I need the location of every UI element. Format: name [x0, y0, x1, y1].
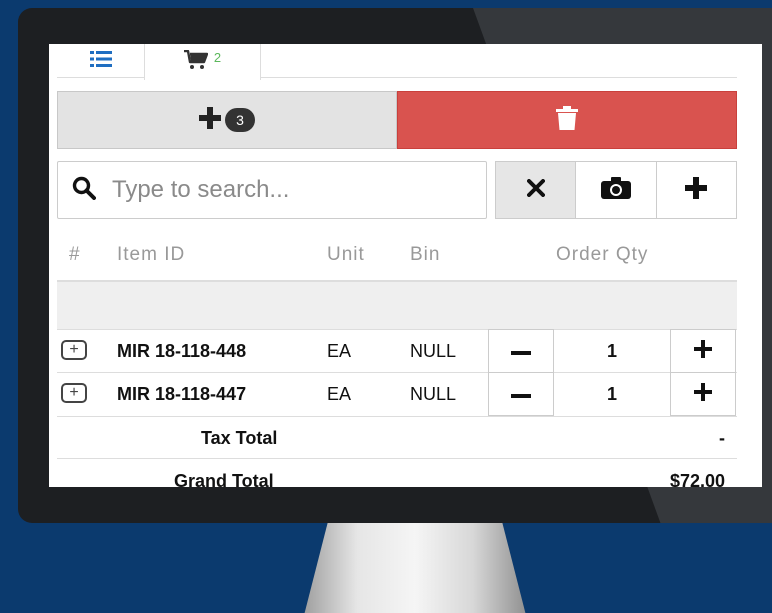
qty-value[interactable]: 1 — [554, 372, 670, 416]
qty-decrease-button[interactable] — [488, 329, 554, 373]
totals-divider — [57, 458, 737, 459]
delete-button[interactable] — [397, 91, 737, 149]
qty-increase-button[interactable] — [670, 372, 736, 416]
add-items-button[interactable]: 3 — [57, 91, 397, 149]
col-header-bin: Bin — [410, 244, 441, 265]
minus-icon — [511, 385, 531, 403]
row-unit: EA — [327, 341, 352, 361]
expand-row-button[interactable]: + — [61, 383, 87, 403]
cart-icon — [183, 49, 209, 75]
row-item-id: MIR 18-118-448 — [117, 341, 247, 361]
add-badge: 3 — [225, 108, 255, 132]
row-bin: NULL — [410, 384, 457, 404]
qty-decrease-button[interactable] — [488, 372, 554, 416]
clear-search-button[interactable] — [496, 162, 576, 218]
col-header-number: # — [69, 244, 81, 265]
qty-value[interactable]: 1 — [554, 329, 670, 373]
plus-icon — [694, 339, 712, 363]
tax-total-value: - — [719, 428, 725, 448]
camera-icon — [600, 176, 631, 204]
close-icon — [526, 178, 545, 202]
search-actions — [495, 161, 737, 219]
qty-increase-button[interactable] — [670, 329, 736, 373]
search-icon — [72, 176, 96, 205]
search-box[interactable] — [57, 161, 487, 219]
expand-row-button[interactable]: + — [61, 340, 87, 360]
plus-icon — [685, 176, 708, 204]
plus-icon — [199, 106, 221, 134]
col-header-unit: Unit — [327, 244, 365, 265]
tab-cart[interactable]: 2 — [144, 44, 261, 80]
grand-total-value: $72.00 — [669, 471, 725, 487]
row-item-id: MIR 18-118-447 — [117, 384, 247, 404]
tab-list[interactable] — [57, 44, 144, 78]
cart-count: 2 — [213, 49, 222, 65]
monitor-stand — [304, 523, 526, 613]
plus-icon — [694, 382, 712, 406]
minus-icon — [511, 342, 531, 360]
row-divider — [57, 416, 737, 417]
row-unit: EA — [327, 384, 352, 404]
col-header-item-id: Item ID — [117, 244, 186, 265]
tax-total-label: Tax Total — [201, 428, 278, 448]
list-icon — [89, 50, 112, 72]
app-screen: 2 3 Type to search... # Item ID Unit Bin… — [49, 44, 762, 487]
scan-camera-button[interactable] — [575, 162, 656, 218]
trash-icon — [556, 105, 578, 135]
search-input[interactable] — [110, 175, 474, 205]
row-bin: NULL — [410, 341, 457, 361]
col-header-order-qty: Order Qty — [556, 244, 649, 265]
grand-total-label: Grand Total — [174, 471, 274, 487]
filter-row — [57, 282, 737, 330]
add-item-button[interactable] — [655, 162, 736, 218]
